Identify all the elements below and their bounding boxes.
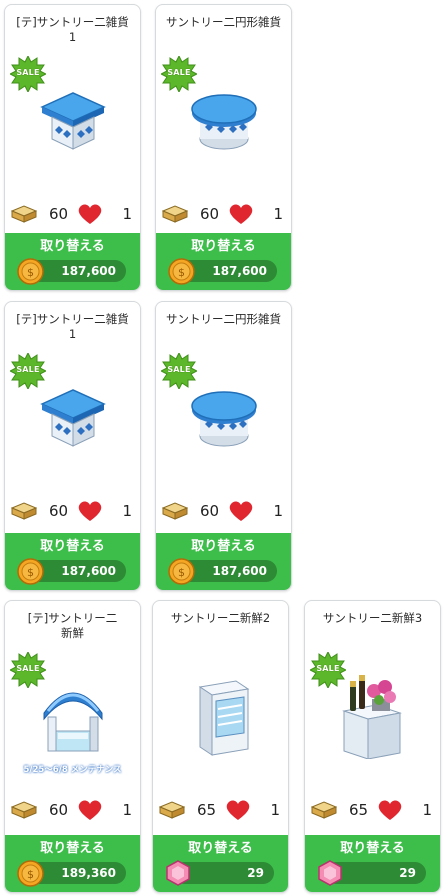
heart-icon	[229, 501, 253, 521]
box-count: 60	[200, 205, 220, 223]
arch-kiosk-icon	[30, 673, 116, 759]
box-count: 65	[197, 801, 217, 819]
card-title: [テ]サントリー二雑貨 1	[16, 312, 129, 341]
heart-count: 1	[273, 205, 283, 223]
exchange-button[interactable]: 取り替える 29	[153, 835, 288, 892]
maintenance-notice: 5/25～6/8 メンテナンス	[23, 765, 122, 775]
price: 187,600	[212, 564, 267, 578]
exchange-label: 取り替える	[40, 539, 105, 554]
heart-icon	[226, 800, 250, 820]
exchange-label: 取り替える	[191, 539, 256, 554]
heart-icon	[78, 204, 102, 224]
heart-count: 1	[122, 502, 132, 520]
box-icon	[311, 801, 337, 819]
shop-card[interactable]: [テ]サントリー二雑貨 1 SALE 60 1 取り替える 187,600 $	[4, 4, 141, 291]
card-title: サントリー二新鮮2	[170, 611, 271, 625]
price: 189,360	[61, 866, 116, 880]
box-count: 60	[49, 801, 69, 819]
card-title: サントリー二円形雑貨	[166, 312, 281, 326]
coin-icon: $	[168, 558, 195, 585]
exchange-button[interactable]: 取り替える 187,600 $	[5, 533, 140, 590]
heart-icon	[229, 204, 253, 224]
price: 187,600	[212, 264, 267, 278]
box-icon	[162, 502, 188, 520]
heart-count: 1	[122, 801, 132, 819]
exchange-label: 取り替える	[188, 841, 253, 856]
shop-card[interactable]: サントリー二円形雑貨 SALE 60 1 取り替える 187,600 $	[155, 4, 292, 291]
price: 29	[247, 866, 264, 880]
coin-icon: $	[17, 860, 44, 887]
heart-count: 1	[270, 801, 280, 819]
svg-text:$: $	[27, 868, 34, 881]
svg-text:$: $	[178, 266, 185, 279]
shop-card[interactable]: [テ]サントリー二雑貨 1 SALE 60 1 取り替える 187,600 $	[4, 301, 141, 591]
card-title: サントリー二円形雑貨	[166, 15, 281, 29]
exchange-button[interactable]: 取り替える 187,600 $	[156, 533, 291, 590]
square-table-icon	[30, 374, 116, 460]
square-table-icon	[30, 77, 116, 163]
svg-text:$: $	[27, 266, 34, 279]
card-stats: 60 1	[9, 202, 134, 226]
svg-text:$: $	[178, 566, 185, 579]
heart-count: 1	[122, 205, 132, 223]
exchange-label: 取り替える	[40, 841, 105, 856]
heart-icon	[78, 800, 102, 820]
card-stats: 65 1	[309, 798, 434, 822]
heart-count: 1	[273, 502, 283, 520]
box-icon	[11, 205, 37, 223]
exchange-button[interactable]: 取り替える 29	[305, 835, 440, 892]
coin-icon: $	[17, 558, 44, 585]
exchange-button[interactable]: 取り替える 189,360 $	[5, 835, 140, 892]
box-icon	[11, 801, 37, 819]
exchange-button[interactable]: 取り替える 187,600 $	[156, 233, 291, 290]
price: 187,600	[61, 264, 116, 278]
shop-card[interactable]: [テ]サントリー二 新鮮 SALE 5/25～6/8 メンテナンス 60 1 取…	[4, 600, 141, 893]
card-title: サントリー二新鮮3	[322, 611, 423, 625]
card-stats: 60 1	[160, 499, 285, 523]
card-stats: 60 1	[160, 202, 285, 226]
round-table-icon	[181, 77, 267, 163]
exchange-label: 取り替える	[191, 239, 256, 254]
exchange-button[interactable]: 取り替える 187,600 $	[5, 233, 140, 290]
exchange-label: 取り替える	[40, 239, 105, 254]
card-stats: 65 1	[157, 798, 282, 822]
card-stats: 60 1	[9, 798, 134, 822]
heart-count: 1	[422, 801, 432, 819]
box-count: 60	[49, 205, 69, 223]
price: 29	[399, 866, 416, 880]
shop-card[interactable]: サントリー二新鮮3 SALE 65 1 取り替える 29	[304, 600, 441, 893]
box-icon	[159, 801, 185, 819]
card-title: [テ]サントリー二雑貨 1	[16, 15, 129, 44]
box-icon	[162, 205, 188, 223]
heart-icon	[378, 800, 402, 820]
wine-flower-stand-icon	[330, 673, 416, 760]
svg-text:$: $	[27, 566, 34, 579]
display-fridge-icon	[178, 673, 264, 759]
box-icon	[11, 502, 37, 520]
coin-icon: $	[168, 258, 195, 285]
heart-icon	[78, 501, 102, 521]
card-title: [テ]サントリー二 新鮮	[27, 611, 118, 640]
box-count: 65	[349, 801, 369, 819]
card-stats: 60 1	[9, 499, 134, 523]
shop-card[interactable]: サントリー二円形雑貨 SALE 60 1 取り替える 187,600 $	[155, 301, 292, 591]
price: 187,600	[61, 564, 116, 578]
gem-icon	[318, 860, 342, 886]
box-count: 60	[49, 502, 69, 520]
coin-icon: $	[17, 258, 44, 285]
gem-icon	[166, 860, 190, 886]
box-count: 60	[200, 502, 220, 520]
shop-card[interactable]: サントリー二新鮮2 65 1 取り替える 29	[152, 600, 289, 893]
exchange-label: 取り替える	[340, 841, 405, 856]
round-table-icon	[181, 374, 267, 460]
